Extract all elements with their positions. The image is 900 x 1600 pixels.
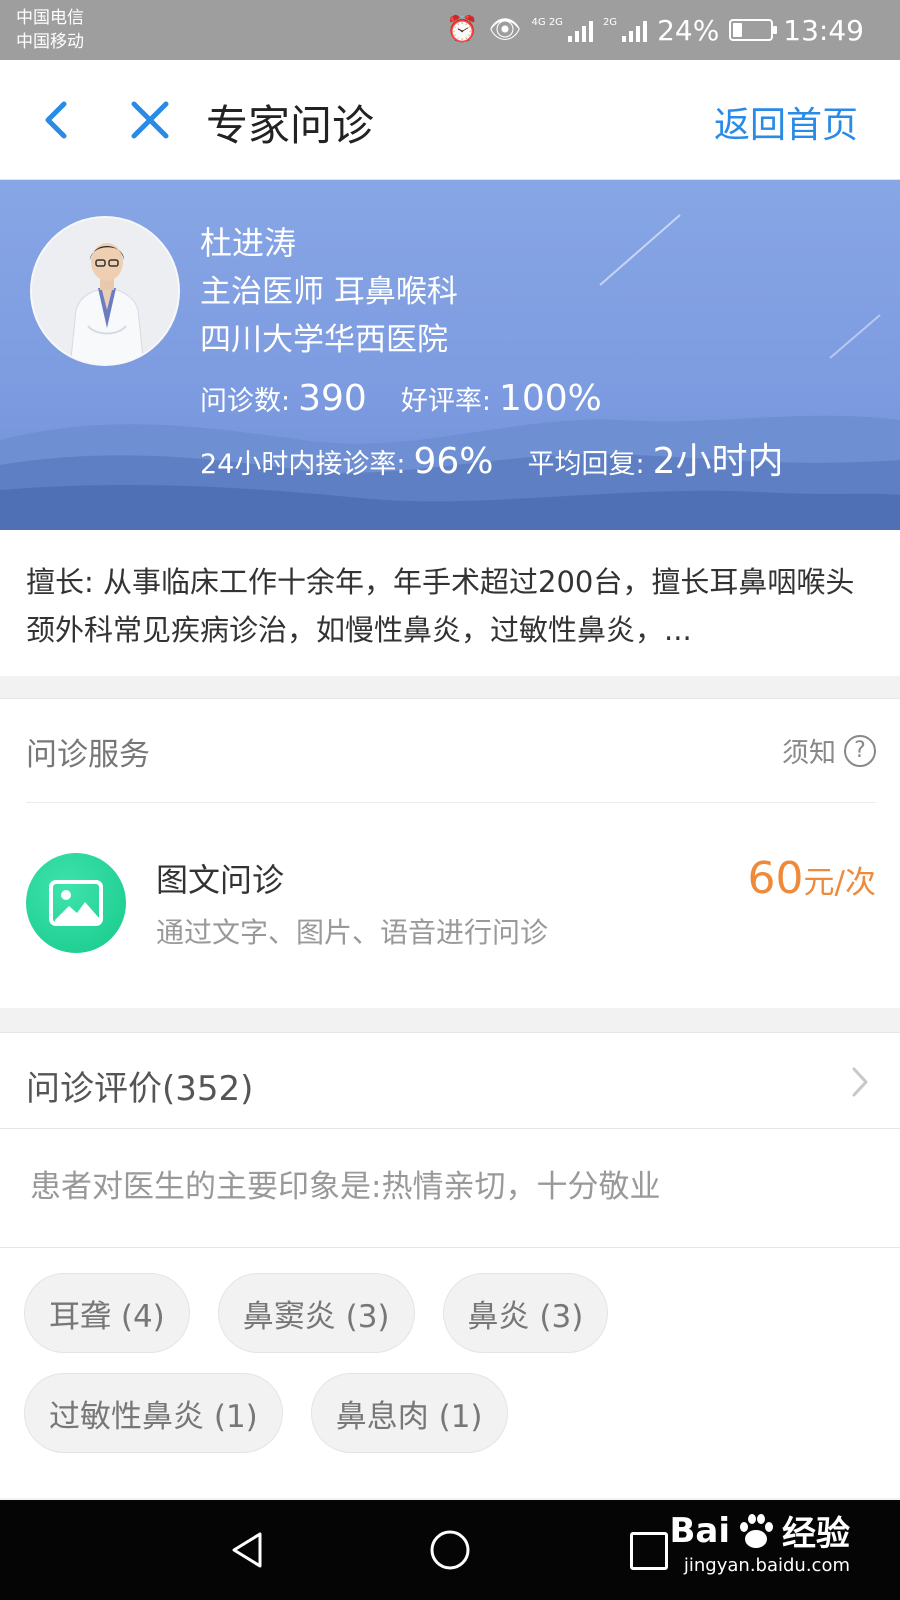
battery-percent: 24% bbox=[657, 13, 720, 47]
doctor-name: 杜进涛 bbox=[200, 224, 297, 262]
reviews-header[interactable]: 问诊评价(352) bbox=[0, 1033, 900, 1129]
review-tag[interactable]: 过敏性鼻炎 (1) bbox=[24, 1373, 283, 1453]
question-icon: ? bbox=[844, 734, 876, 767]
system-recents-icon[interactable] bbox=[630, 1532, 668, 1570]
clock: 13:49 bbox=[783, 13, 864, 47]
reviews-title: 问诊评价(352) bbox=[26, 1069, 254, 1109]
consult-count-label: 问诊数: bbox=[200, 386, 291, 417]
watermark-brand: Bai bbox=[669, 1510, 730, 1551]
alarm-icon: ⏰ bbox=[446, 15, 479, 45]
service-description: 通过文字、图片、语音进行问诊 bbox=[156, 916, 549, 949]
consult-service-section: 问诊服务 须知 ? 图文问诊 通过文字、图片、语音进行问诊 60 元/次 bbox=[0, 698, 900, 1008]
rating-value: 100% bbox=[498, 378, 602, 419]
service-section-title: 问诊服务 bbox=[26, 737, 150, 773]
chevron-right-icon bbox=[852, 1067, 868, 1097]
watermark-brand-suffix: 经验 bbox=[782, 1514, 850, 1554]
doctor-portrait-image bbox=[32, 218, 178, 364]
baidu-jingyan-watermark: Bai 经验 jingyan.baidu.com bbox=[669, 1506, 850, 1577]
review-tag[interactable]: 鼻息肉 (1) bbox=[310, 1373, 508, 1453]
reviews-section: 问诊评价(352) 患者对医生的主要印象是:热情亲切，十分敬业 耳聋 (4) 鼻… bbox=[0, 1032, 900, 1498]
divider bbox=[26, 802, 876, 803]
review-tags: 耳聋 (4) 鼻窦炎 (3) 鼻炎 (3) 过敏性鼻炎 (1) 鼻息肉 (1) bbox=[24, 1273, 884, 1453]
consult-count-value: 390 bbox=[298, 378, 367, 419]
stats-row-2: 24小时内接诊率: 96% 平均回复: 2小时内 bbox=[200, 432, 783, 484]
picture-icon bbox=[49, 880, 103, 926]
review-tag[interactable]: 鼻窦炎 (3) bbox=[217, 1273, 415, 1353]
return-home-link[interactable]: 返回首页 bbox=[714, 96, 858, 148]
divider bbox=[0, 1247, 900, 1248]
doctor-profile-banner: 杜进涛 主治医师 耳鼻喉科 四川大学华西医院 问诊数: 390 好评率: 100… bbox=[0, 180, 900, 530]
service-name[interactable]: 图文问诊 bbox=[156, 855, 284, 901]
page-title: 专家问诊 bbox=[206, 101, 375, 150]
baidu-paw-icon bbox=[740, 1513, 773, 1548]
image-text-consult-icon[interactable] bbox=[26, 853, 126, 953]
accept-rate-value: 96% bbox=[413, 441, 494, 482]
price-unit: 元/次 bbox=[803, 865, 876, 901]
status-bar: 中国电信 中国移动 ⏰ 👁 4G 2G 2G 24% 13:49 bbox=[0, 0, 900, 60]
back-arrow-icon[interactable] bbox=[36, 98, 80, 142]
carrier-info: 中国电信 中国移动 bbox=[16, 6, 84, 54]
nav-bar: 专家问诊 返回首页 bbox=[0, 60, 900, 180]
service-notice-button[interactable]: 须知 ? bbox=[782, 731, 876, 770]
doctor-expertise[interactable]: 擅长: 从事临床工作十余年，年手术超过200台，擅长耳鼻咽喉头颈外科常见疾病诊治… bbox=[0, 530, 900, 676]
battery-icon bbox=[729, 19, 778, 41]
stats-row-1: 问诊数: 390 好评率: 100% bbox=[200, 378, 602, 419]
notice-label: 须知 bbox=[782, 738, 836, 769]
service-price[interactable]: 60 元/次 bbox=[748, 853, 876, 904]
avg-reply-value: 2小时内 bbox=[652, 441, 784, 482]
price-amount: 60 bbox=[747, 853, 804, 904]
system-home-icon[interactable] bbox=[428, 1528, 472, 1572]
avg-reply-label: 平均回复: bbox=[527, 449, 645, 480]
reviews-summary: 患者对医生的主要印象是:热情亲切，十分敬业 bbox=[30, 1169, 661, 1205]
doctor-title: 主治医师 耳鼻喉科 bbox=[200, 274, 458, 310]
review-tag[interactable]: 耳聋 (4) bbox=[24, 1273, 190, 1353]
accept-rate-label: 24小时内接诊率: bbox=[200, 449, 406, 480]
eye-comfort-icon: 👁 bbox=[488, 15, 522, 45]
close-icon[interactable] bbox=[126, 96, 174, 144]
carrier-1: 中国电信 bbox=[16, 8, 84, 28]
carrier-2: 中国移动 bbox=[16, 32, 84, 52]
doctor-hospital: 四川大学华西医院 bbox=[200, 322, 448, 358]
system-nav-bar: Bai 经验 jingyan.baidu.com bbox=[0, 1500, 900, 1600]
watermark-url: jingyan.baidu.com bbox=[683, 1555, 850, 1576]
status-icons: ⏰ 👁 4G 2G 2G 24% 13:49 bbox=[446, 12, 864, 48]
system-back-icon[interactable] bbox=[226, 1528, 270, 1572]
signal-2-icon: 2G bbox=[603, 18, 648, 42]
doctor-avatar bbox=[30, 216, 180, 366]
review-tag[interactable]: 鼻炎 (3) bbox=[442, 1273, 609, 1353]
signal-1-icon: 4G 2G bbox=[532, 18, 593, 42]
rating-label: 好评率: bbox=[400, 386, 491, 417]
